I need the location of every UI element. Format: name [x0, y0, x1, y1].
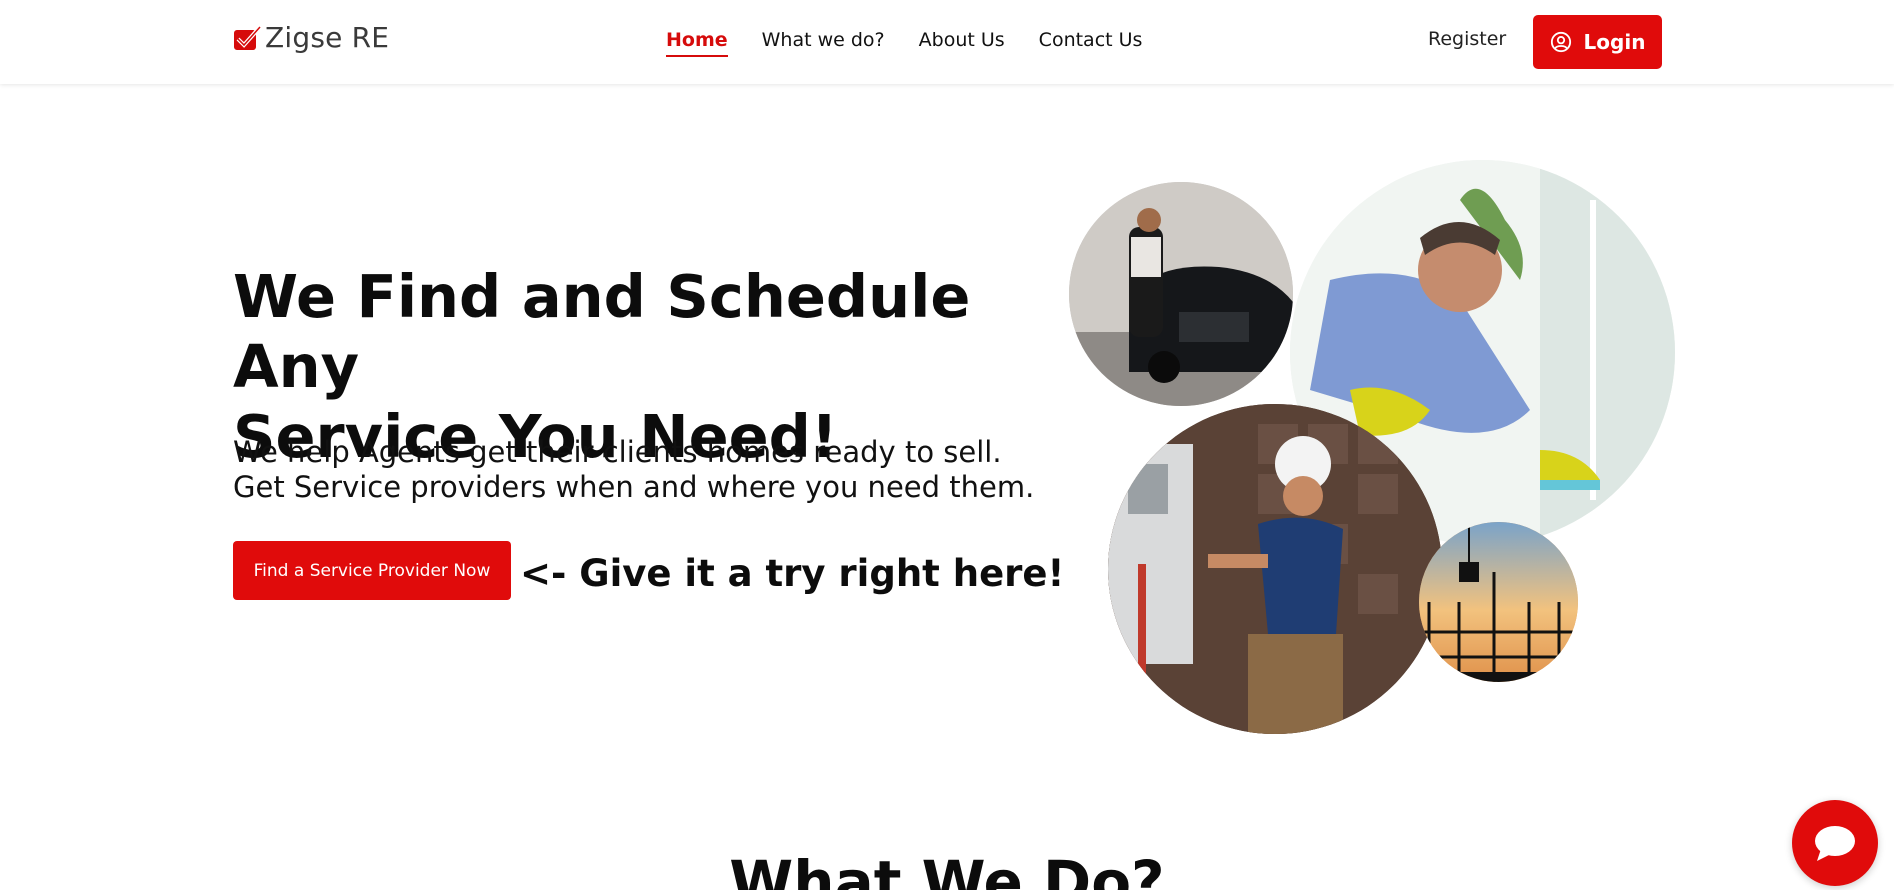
nav-what-we-do[interactable]: What we do? — [762, 29, 885, 57]
section-title-what-we-do: What We Do? — [729, 848, 1165, 890]
user-circle-icon — [1550, 31, 1571, 53]
find-provider-button[interactable]: Find a Service Provider Now — [233, 541, 511, 600]
hero-sub-line1: We help Agents get their clients homes r… — [233, 435, 1002, 469]
logo[interactable]: Zigse RE — [233, 21, 389, 54]
hero-subtitle: We help Agents get their clients homes r… — [233, 435, 1073, 505]
hero-sub-line2: Get Service providers when and where you… — [233, 470, 1035, 504]
nav-home[interactable]: Home — [666, 29, 728, 57]
construction-photo — [1419, 522, 1578, 682]
try-it-text: <- Give it a try right here! — [520, 552, 1065, 595]
chat-button[interactable] — [1792, 800, 1878, 886]
logo-text: Zigse RE — [265, 21, 390, 54]
nav-contact-us[interactable]: Contact Us — [1039, 29, 1143, 57]
nav-about-us[interactable]: About Us — [919, 29, 1005, 57]
chat-bubble-icon — [1815, 826, 1855, 861]
electrician-photo — [1108, 404, 1442, 734]
login-button[interactable]: Login — [1533, 15, 1662, 69]
checkmark-logo-icon — [234, 25, 262, 50]
hero-title-line1: We Find and Schedule Any — [233, 262, 971, 401]
register-link[interactable]: Register — [1428, 28, 1506, 50]
main-nav: Home What we do? About Us Contact Us — [666, 29, 1176, 57]
site-header: Zigse RE Home What we do? About Us Conta… — [0, 0, 1894, 84]
car-wash-photo — [1069, 182, 1293, 406]
login-label: Login — [1583, 30, 1646, 54]
